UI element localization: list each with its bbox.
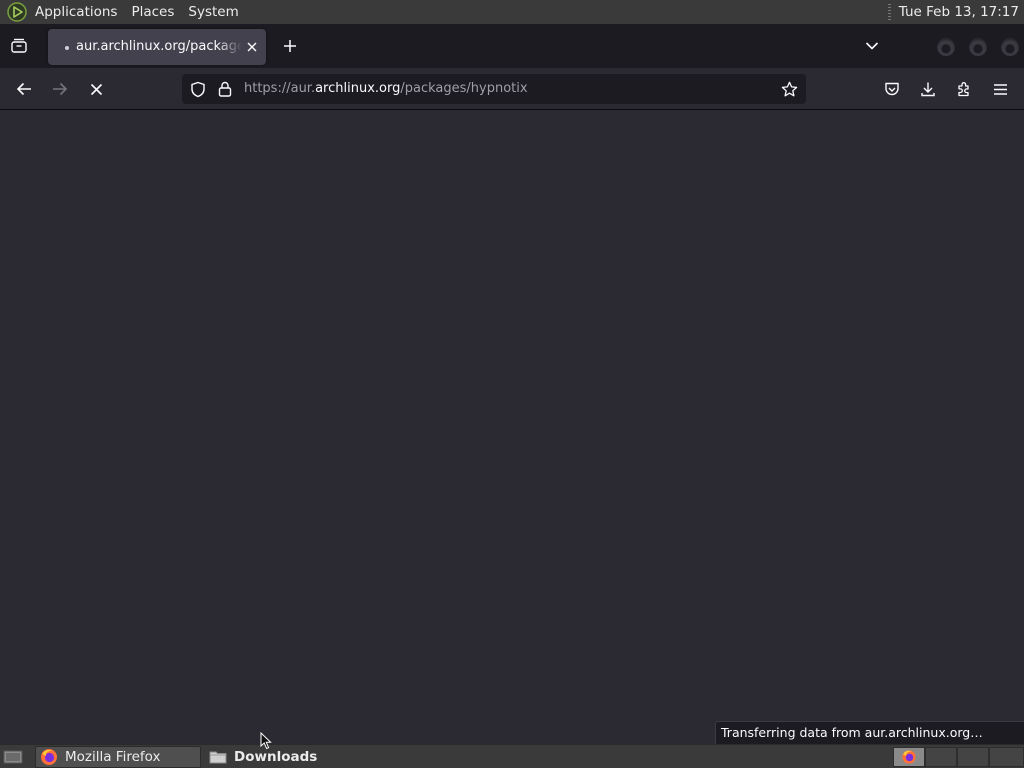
url-scheme: https://aur.	[244, 81, 316, 96]
panel-separator	[887, 4, 891, 20]
stop-icon[interactable]	[83, 77, 109, 101]
url-bar[interactable]: https://aur.archlinux.org/packages/hypno…	[182, 74, 806, 104]
places-menu[interactable]: Places	[124, 0, 181, 24]
tab-loading-icon	[65, 46, 69, 50]
tab-title: aur.archlinux.org/packages/hypnotix	[76, 39, 242, 54]
tab-strip: aur.archlinux.org/packages/hypnotix	[0, 24, 1024, 68]
pocket-icon[interactable]	[879, 77, 905, 101]
status-panel: Transferring data from aur.archlinux.org…	[715, 721, 1024, 744]
download-icon[interactable]	[915, 77, 941, 101]
close-icon[interactable]	[242, 37, 262, 57]
url-input[interactable]: https://aur.archlinux.org/packages/hypno…	[244, 74, 528, 104]
arrow-right-icon[interactable]	[47, 77, 73, 101]
nav-toolbar: https://aur.archlinux.org/packages/hypno…	[0, 68, 1024, 110]
taskbar-firefox-label: Mozilla Firefox	[65, 749, 161, 765]
firefox-icon	[40, 748, 58, 766]
clock[interactable]: Tue Feb 13, 17:17	[899, 4, 1024, 20]
workspace-2[interactable]	[925, 747, 957, 767]
window-close-button[interactable]	[1001, 38, 1019, 56]
workspace-1[interactable]	[893, 747, 925, 767]
folder-icon	[209, 748, 227, 766]
show-desktop-icon[interactable]	[2, 748, 24, 766]
applications-menu[interactable]: Applications	[28, 0, 124, 24]
star-icon[interactable]	[780, 80, 798, 98]
taskbar-firefox[interactable]: Mozilla Firefox	[35, 746, 201, 768]
firefox-view-icon[interactable]	[8, 35, 30, 57]
workspace-4[interactable]	[989, 747, 1024, 767]
lock-icon[interactable]	[216, 80, 234, 98]
chevron-down-icon[interactable]	[860, 35, 884, 57]
minimize-button[interactable]	[937, 38, 955, 56]
shield-icon[interactable]	[189, 80, 207, 98]
bottom-panel: Mozilla Firefox Downloads	[0, 744, 1024, 768]
taskbar-downloads[interactable]: Downloads	[205, 746, 365, 768]
taskbar-downloads-label: Downloads	[234, 749, 318, 765]
url-path: /packages/hypnotix	[400, 81, 528, 96]
hamburger-menu-icon[interactable]	[987, 77, 1013, 101]
page-content[interactable]	[0, 110, 1024, 744]
url-domain: archlinux.org	[315, 81, 401, 96]
workspace-3[interactable]	[957, 747, 989, 767]
mouse-cursor-icon	[260, 732, 272, 750]
top-panel: Applications Places System Tue Feb 13, 1…	[0, 0, 1024, 24]
system-menu[interactable]: System	[181, 0, 245, 24]
puzzle-icon[interactable]	[951, 77, 977, 101]
distro-icon[interactable]	[6, 1, 28, 23]
tab-active[interactable]: aur.archlinux.org/packages/hypnotix	[48, 29, 266, 65]
arrow-left-icon[interactable]	[11, 77, 37, 101]
plus-icon[interactable]	[278, 35, 302, 57]
maximize-button[interactable]	[969, 38, 987, 56]
